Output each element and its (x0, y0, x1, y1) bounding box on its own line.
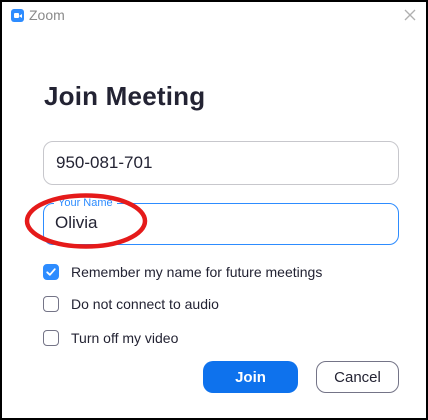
video-off-option[interactable]: Turn off my video (43, 328, 178, 348)
video-off-label: Turn off my video (71, 330, 179, 346)
no-audio-option[interactable]: Do not connect to audio (43, 294, 219, 314)
window-title: Zoom (29, 7, 65, 23)
no-audio-checkbox[interactable] (43, 296, 59, 312)
video-off-checkbox[interactable] (43, 330, 59, 346)
close-icon[interactable] (402, 7, 418, 23)
no-audio-label: Do not connect to audio (71, 296, 219, 312)
remember-name-label: Remember my name for future meetings (71, 264, 323, 280)
your-name-input[interactable] (55, 213, 385, 233)
zoom-app-icon (11, 9, 24, 22)
join-button[interactable]: Join (203, 361, 298, 393)
title-bar: Zoom (2, 2, 426, 28)
cancel-button[interactable]: Cancel (316, 361, 399, 393)
checkmark-icon (46, 268, 56, 276)
remember-name-checkbox[interactable] (43, 264, 59, 280)
meeting-id-input[interactable] (43, 141, 399, 185)
your-name-field[interactable]: Your Name (43, 196, 399, 245)
your-name-label: Your Name (54, 196, 117, 210)
zoom-join-dialog: Zoom Join Meeting Your Name Remember my … (0, 0, 428, 420)
remember-name-option[interactable]: Remember my name for future meetings (43, 262, 322, 282)
page-title: Join Meeting (44, 81, 206, 111)
